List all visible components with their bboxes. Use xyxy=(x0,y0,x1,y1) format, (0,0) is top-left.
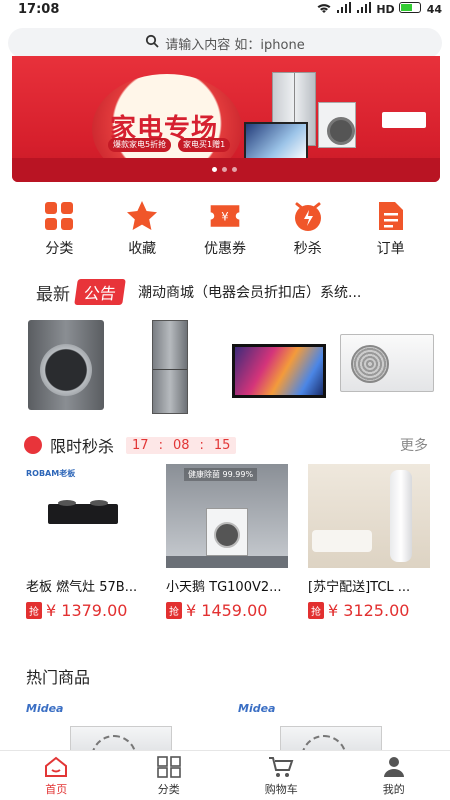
promo-banner[interactable]: 家电专场 爆款家电5折抢 家电买1赠1 xyxy=(12,56,440,182)
product-image xyxy=(308,464,430,568)
announcement-text: 潮动商城（电器会员折扣店）系统... xyxy=(138,285,362,301)
flash-sale-card[interactable]: ROBAM老板 老板 燃气灶 57B... 抢 ¥ 1379.00 xyxy=(26,464,148,620)
quick-item-coupon[interactable]: ¥ 优惠券 xyxy=(195,200,255,258)
hot-products-title: 热门商品 xyxy=(26,668,91,687)
flash-sale-card[interactable]: 健康除菌 99.99% 小天鹅 TG100V2... 抢 ¥ 1459.00 xyxy=(166,464,288,620)
tab-profile[interactable]: 我的 xyxy=(354,755,434,797)
countdown-timer: 17 : 08 : 15 xyxy=(126,436,237,454)
coupon-icon: ¥ xyxy=(208,200,242,232)
search-placeholder: 请输入内容 如：iphone xyxy=(165,37,305,53)
battery-icon xyxy=(398,2,423,16)
flash-sale-icon xyxy=(24,436,42,454)
quick-item-label: 订单 xyxy=(376,241,405,257)
flash-sale-card[interactable]: [苏宁配送]TCL ... 抢 ¥ 3125.00 xyxy=(308,464,430,620)
tab-label: 分类 xyxy=(157,782,180,796)
banner-tag: 爆款家电5折抢 xyxy=(108,138,172,152)
tab-label: 首页 xyxy=(45,782,68,796)
status-icons: HD 44 xyxy=(316,1,442,17)
grid-icon xyxy=(129,755,209,779)
tab-label: 购物车 xyxy=(264,782,298,796)
grid-icon xyxy=(42,200,76,232)
quick-item-flash[interactable]: 秒杀 xyxy=(278,200,338,258)
product-price-row: 抢 ¥ 1379.00 xyxy=(26,601,148,620)
quick-item-label: 收藏 xyxy=(128,241,157,257)
countdown-minutes: 08 xyxy=(172,437,190,453)
washer-image xyxy=(318,102,356,148)
product-name: 老板 燃气灶 57B... xyxy=(26,580,138,595)
clock: 17:08 xyxy=(18,1,60,17)
washer-product-image[interactable] xyxy=(28,320,104,410)
product-price-row: 抢 ¥ 1459.00 xyxy=(166,601,288,620)
fridge-product-image[interactable] xyxy=(152,320,188,414)
tab-cart[interactable]: 购物车 xyxy=(241,755,321,797)
rush-badge: 抢 xyxy=(308,602,324,619)
search-icon xyxy=(145,34,159,52)
status-bar: 17:08 HD 44 xyxy=(0,0,450,18)
home-icon xyxy=(16,755,96,779)
announcement-prefix: 最新 xyxy=(36,284,70,305)
countdown-seconds: 15 xyxy=(213,437,231,453)
quick-menu: 分类 收藏 ¥ 优惠券 秒杀 订单 xyxy=(0,200,450,258)
cart-icon xyxy=(241,755,321,779)
order-icon xyxy=(374,200,408,232)
flash-sale-header: 限时秒杀 17 : 08 : 15 更多 xyxy=(24,432,428,458)
product-price: ¥ 3125.00 xyxy=(328,601,410,620)
tv-product-image[interactable] xyxy=(232,344,326,398)
tab-label: 我的 xyxy=(382,782,405,796)
product-image-caption: 健康除菌 99.99% xyxy=(184,468,258,481)
bottom-tab-bar: 首页 分类 购物车 我的 xyxy=(0,750,450,800)
ac-product-image[interactable] xyxy=(340,334,434,392)
product-name: [苏宁配送]TCL ... xyxy=(308,580,411,595)
tv-image xyxy=(244,122,308,162)
search-bar[interactable]: 请输入内容 如：iphone xyxy=(8,28,442,58)
rush-badge: 抢 xyxy=(26,602,42,619)
announcement-bar[interactable]: 最新 公告 潮动商城（电器会员折扣店）系统... xyxy=(36,278,420,306)
brand-logo: Midea xyxy=(238,702,276,715)
quick-item-orders[interactable]: 订单 xyxy=(361,200,421,258)
quick-item-category[interactable]: 分类 xyxy=(29,200,89,258)
signal-icon xyxy=(356,1,372,17)
quick-item-label: 秒杀 xyxy=(293,241,322,257)
wifi-icon xyxy=(316,2,332,17)
product-price-row: 抢 ¥ 3125.00 xyxy=(308,601,430,620)
brand-logo: ROBAM老板 xyxy=(26,469,76,478)
countdown-separator: : xyxy=(158,437,163,453)
flash-sale-title: 限时秒杀 xyxy=(50,437,115,456)
product-price: ¥ 1379.00 xyxy=(46,601,128,620)
tab-home[interactable]: 首页 xyxy=(16,755,96,797)
quick-item-favorite[interactable]: 收藏 xyxy=(112,200,172,258)
quick-item-label: 分类 xyxy=(45,241,74,257)
brand-logo: Midea xyxy=(26,702,64,715)
rush-badge: 抢 xyxy=(166,602,182,619)
carousel-dots xyxy=(212,167,237,172)
tab-category[interactable]: 分类 xyxy=(129,755,209,797)
product-image: ROBAM老板 xyxy=(26,464,148,568)
flash-icon xyxy=(291,200,325,232)
quick-item-label: 优惠券 xyxy=(203,241,246,257)
countdown-hours: 17 xyxy=(132,437,149,453)
svg-text:¥: ¥ xyxy=(221,209,228,223)
banner-decoration xyxy=(382,112,426,128)
star-icon xyxy=(125,200,159,232)
product-image: 健康除菌 99.99% xyxy=(166,464,288,568)
announcement-badge: 公告 xyxy=(74,279,126,305)
network-label: HD xyxy=(376,2,395,16)
battery-level: 44 xyxy=(426,2,442,16)
product-price: ¥ 1459.00 xyxy=(186,601,268,620)
more-link[interactable]: 更多 xyxy=(400,435,428,455)
product-strip xyxy=(0,316,450,416)
banner-tag: 家电买1赠1 xyxy=(178,138,231,152)
countdown-separator: : xyxy=(199,437,204,453)
product-name: 小天鹅 TG100V2... xyxy=(166,580,282,595)
signal-icon xyxy=(336,1,352,17)
user-icon xyxy=(354,755,434,779)
